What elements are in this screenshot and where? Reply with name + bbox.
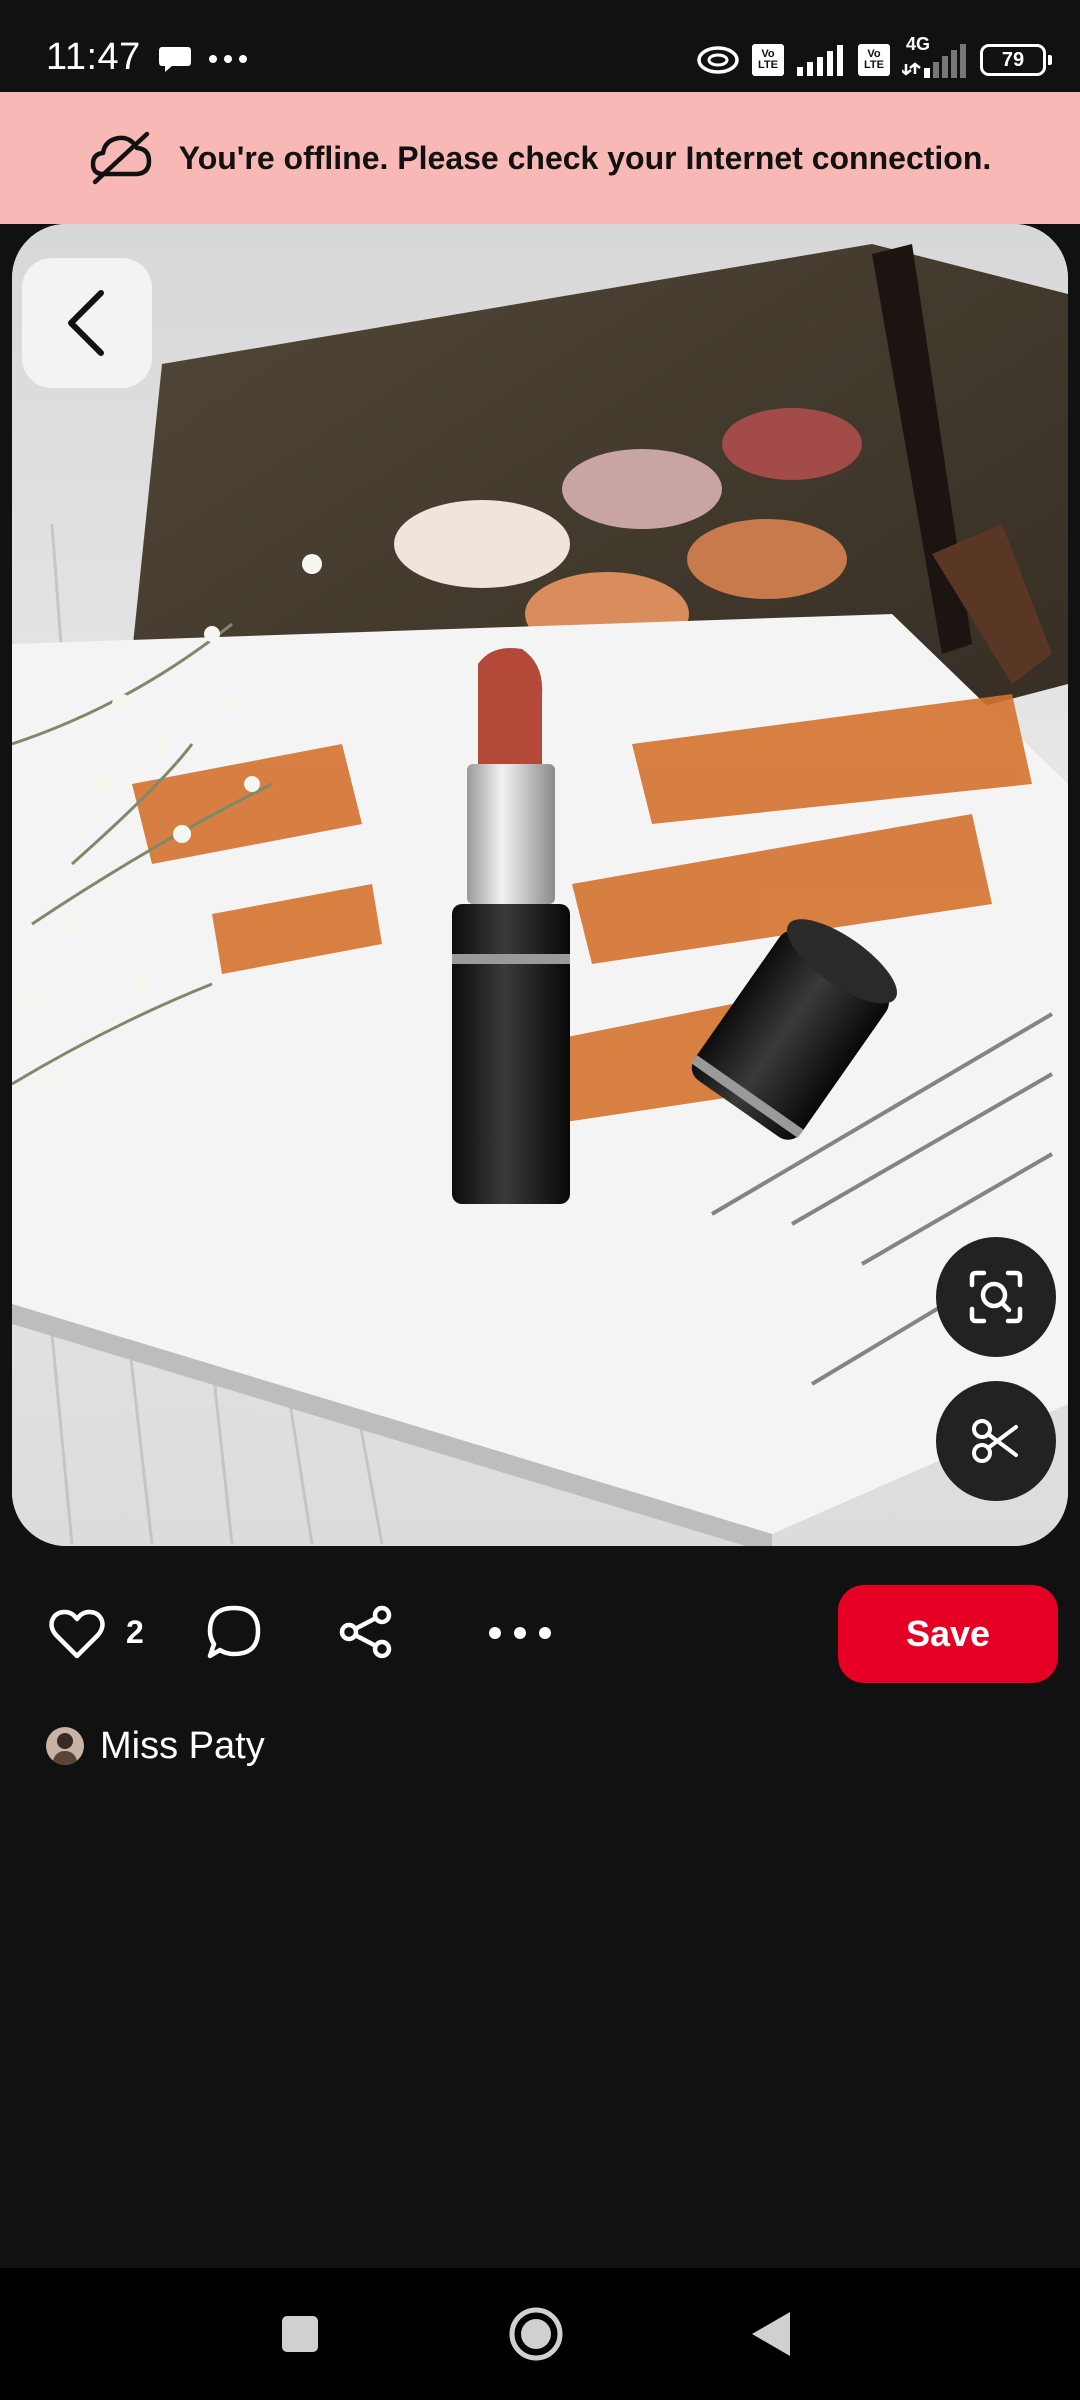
lipstick-photo bbox=[12, 224, 1068, 1546]
avatar[interactable] bbox=[46, 1727, 84, 1765]
creator-name[interactable]: Miss Paty bbox=[100, 1725, 265, 1768]
more-options-icon[interactable] bbox=[488, 1626, 552, 1640]
save-button[interactable]: Save bbox=[838, 1585, 1058, 1683]
system-nav-bar bbox=[0, 2268, 1080, 2400]
hotspot-link-icon bbox=[697, 46, 739, 74]
visual-search-button[interactable] bbox=[936, 1237, 1056, 1357]
signal-strength-icon bbox=[797, 45, 843, 76]
scissors-icon bbox=[972, 1419, 1018, 1463]
status-time: 11:47 bbox=[46, 36, 141, 78]
volte-badge-1: Vo LTE bbox=[752, 44, 784, 76]
offline-message: You're offline. Please check your Intern… bbox=[178, 139, 992, 176]
home-icon[interactable] bbox=[508, 2306, 564, 2362]
back-button[interactable] bbox=[22, 258, 152, 388]
signal-strength-2-icon bbox=[902, 44, 966, 78]
chevron-left-icon bbox=[68, 290, 104, 356]
recents-icon[interactable] bbox=[280, 2314, 320, 2354]
battery-indicator: 79 bbox=[980, 44, 1052, 76]
like-count: 2 bbox=[126, 1614, 144, 1650]
cutout-button[interactable] bbox=[936, 1381, 1056, 1501]
share-icon[interactable] bbox=[338, 1604, 394, 1660]
lens-search-icon bbox=[969, 1270, 1023, 1324]
pin-action-row: 2 Save bbox=[0, 1582, 1080, 1683]
volte-badge-2: Vo LTE bbox=[858, 44, 890, 76]
status-icons: Vo LTE Vo LTE 4G 79 bbox=[696, 34, 1052, 82]
chat-notification-icon bbox=[159, 47, 191, 72]
pin-image[interactable] bbox=[12, 224, 1068, 1546]
back-nav-icon[interactable] bbox=[750, 2310, 792, 2358]
offline-banner: You're offline. Please check your Intern… bbox=[0, 92, 1080, 224]
status-bar: 11:47 Vo LTE Vo LTE 4G 79 bbox=[0, 0, 1080, 92]
more-notifications-icon bbox=[209, 55, 247, 63]
comment-icon[interactable] bbox=[206, 1604, 262, 1660]
cloud-off-icon bbox=[90, 131, 151, 185]
heart-icon[interactable] bbox=[48, 1608, 106, 1660]
network-type: 4G bbox=[902, 34, 968, 80]
creator-row[interactable]: Miss Paty bbox=[46, 1722, 265, 1770]
